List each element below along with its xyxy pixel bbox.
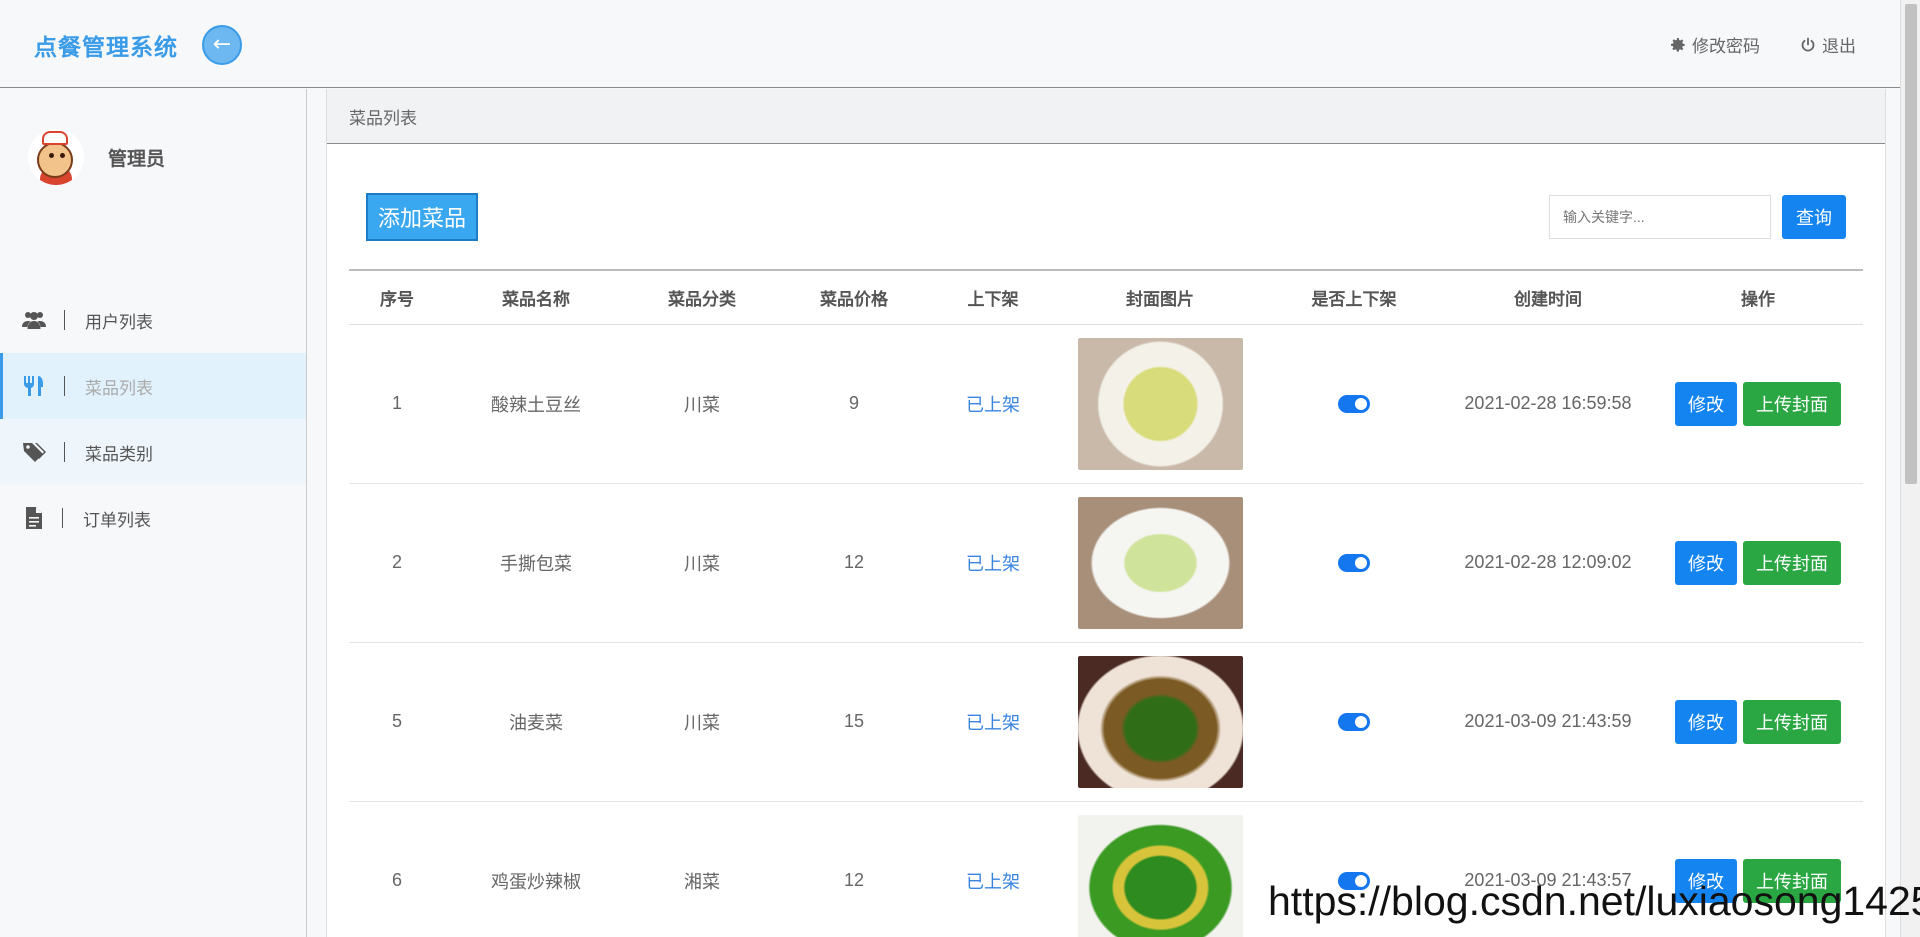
cell-actions: 修改 上传封面 (1653, 324, 1863, 484)
dish-cover-image (1077, 814, 1243, 937)
cell-status-link[interactable]: 已上架 (931, 642, 1055, 802)
cell-actions: 修改 上传封面 (1653, 483, 1863, 643)
breadcrumb: 菜品列表 (327, 89, 1885, 144)
cell-category: 川菜 (627, 324, 777, 484)
users-icon (22, 312, 46, 329)
dish-cover-image (1077, 496, 1243, 629)
cell-actions: 修改 上传封面 (1653, 642, 1863, 802)
column-header: 上下架 (967, 289, 1019, 310)
table-header-row: 序号 菜品名称 菜品分类 菜品价格 上下架 封面图片 是否上下架 创建时间 操作 (349, 270, 1863, 324)
column-header: 菜品价格 (820, 289, 888, 310)
cell-category: 川菜 (627, 642, 777, 802)
file-icon (26, 507, 42, 529)
column-header: 菜品名称 (502, 289, 570, 310)
collapse-sidebar-button[interactable]: ← (202, 25, 242, 65)
column-header: 操作 (1741, 289, 1775, 310)
upload-cover-button[interactable]: 上传封面 (1743, 381, 1841, 426)
cell-category: 川菜 (627, 483, 777, 643)
sidebar-item-user-list[interactable]: 用户列表 (0, 287, 306, 353)
dish-cover-image (1077, 655, 1243, 788)
avatar (28, 129, 84, 185)
cell-cover (1055, 324, 1265, 484)
cell-price: 15 (777, 642, 931, 802)
column-header: 序号 (380, 289, 414, 310)
edit-button[interactable]: 修改 (1675, 540, 1737, 585)
app-title: 点餐管理系统 (34, 35, 178, 61)
cell-status-link[interactable]: 已上架 (931, 324, 1055, 484)
header-actions: 修改密码 退出 (1670, 32, 1856, 57)
cell-created: 2021-03-09 21:43:59 (1443, 642, 1653, 802)
top-bar: 点餐管理系统 ← 修改密码 退出 (0, 0, 1900, 88)
cell-price: 12 (777, 801, 931, 937)
cell-toggle (1265, 642, 1443, 802)
shelf-toggle[interactable] (1338, 712, 1370, 731)
table-row: 1 酸辣土豆丝 川菜 9 已上架 2021-02-28 16:59:58 修改 … (349, 324, 1863, 484)
logout-link[interactable]: 退出 (1800, 32, 1856, 57)
cell-toggle (1265, 324, 1443, 484)
cell-price: 9 (777, 324, 931, 484)
watermark: https://blog.csdn.net/luxiaosong1425 (1268, 878, 1920, 924)
cell-status-link[interactable]: 已上架 (931, 483, 1055, 643)
cell-name: 手撕包菜 (445, 483, 627, 643)
tags-icon (23, 443, 46, 462)
power-icon (1801, 37, 1815, 51)
sidebar-menu: 用户列表 菜品列表 菜品类别 订单列表 (0, 287, 306, 551)
arrow-left-icon: ← (212, 32, 232, 57)
user-profile: 管理员 (28, 129, 165, 185)
sidebar-item-dish-category[interactable]: 菜品类别 (0, 419, 306, 485)
column-header: 是否上下架 (1311, 289, 1397, 310)
cell-id: 1 (349, 324, 445, 484)
sidebar-item-label: 菜品类别 (85, 444, 153, 465)
cell-cover (1055, 642, 1265, 802)
gear-icon (1671, 37, 1685, 52)
cell-id: 6 (349, 801, 445, 937)
search-input[interactable] (1549, 195, 1771, 239)
cell-price: 12 (777, 483, 931, 643)
user-name: 管理员 (108, 147, 166, 170)
sidebar-item-dish-list[interactable]: 菜品列表 (0, 353, 306, 419)
cell-name: 酸辣土豆丝 (445, 324, 627, 484)
edit-button[interactable]: 修改 (1675, 699, 1737, 744)
table-row: 5 油麦菜 川菜 15 已上架 2021-03-09 21:43:59 修改 上… (349, 642, 1863, 802)
cell-created: 2021-02-28 12:09:02 (1443, 483, 1653, 643)
table-row: 2 手撕包菜 川菜 12 已上架 2021-02-28 12:09:02 修改 … (349, 483, 1863, 643)
dish-table: 序号 菜品名称 菜品分类 菜品价格 上下架 封面图片 是否上下架 创建时间 操作… (349, 269, 1863, 937)
main-panel: 菜品列表 添加菜品 查询 序号 菜品名称 菜品分类 菜品价格 上下架 封面图片 … (326, 89, 1886, 937)
search-button[interactable]: 查询 (1782, 195, 1846, 239)
cell-cover (1055, 801, 1265, 937)
cell-id: 2 (349, 483, 445, 643)
shelf-toggle[interactable] (1338, 394, 1370, 413)
sidebar-item-label: 菜品列表 (85, 378, 153, 399)
change-password-label: 修改密码 (1692, 37, 1760, 57)
cell-cover (1055, 483, 1265, 643)
shelf-toggle[interactable] (1338, 553, 1370, 572)
column-header: 菜品分类 (668, 289, 736, 310)
cell-toggle (1265, 483, 1443, 643)
sidebar-item-label: 用户列表 (85, 312, 153, 333)
dish-cover-image (1077, 337, 1243, 470)
vertical-scrollbar[interactable] (1900, 0, 1920, 937)
cell-id: 5 (349, 642, 445, 802)
change-password-link[interactable]: 修改密码 (1670, 32, 1760, 57)
sidebar: 管理员 用户列表 菜品列表 菜品类别 订单列表 (0, 89, 307, 937)
utensils-icon (24, 376, 43, 396)
upload-cover-button[interactable]: 上传封面 (1743, 699, 1841, 744)
cell-name: 鸡蛋炒辣椒 (445, 801, 627, 937)
upload-cover-button[interactable]: 上传封面 (1743, 540, 1841, 585)
column-header: 创建时间 (1514, 289, 1582, 310)
sidebar-item-order-list[interactable]: 订单列表 (0, 485, 306, 551)
logout-label: 退出 (1822, 37, 1856, 57)
cell-status-link[interactable]: 已上架 (931, 801, 1055, 937)
cell-created: 2021-02-28 16:59:58 (1443, 324, 1653, 484)
add-dish-button[interactable]: 添加菜品 (366, 193, 479, 241)
scrollbar-thumb[interactable] (1905, 4, 1917, 484)
column-header: 封面图片 (1126, 289, 1194, 310)
edit-button[interactable]: 修改 (1675, 381, 1737, 426)
sidebar-item-label: 订单列表 (83, 510, 151, 531)
cell-category: 湘菜 (627, 801, 777, 937)
cell-name: 油麦菜 (445, 642, 627, 802)
